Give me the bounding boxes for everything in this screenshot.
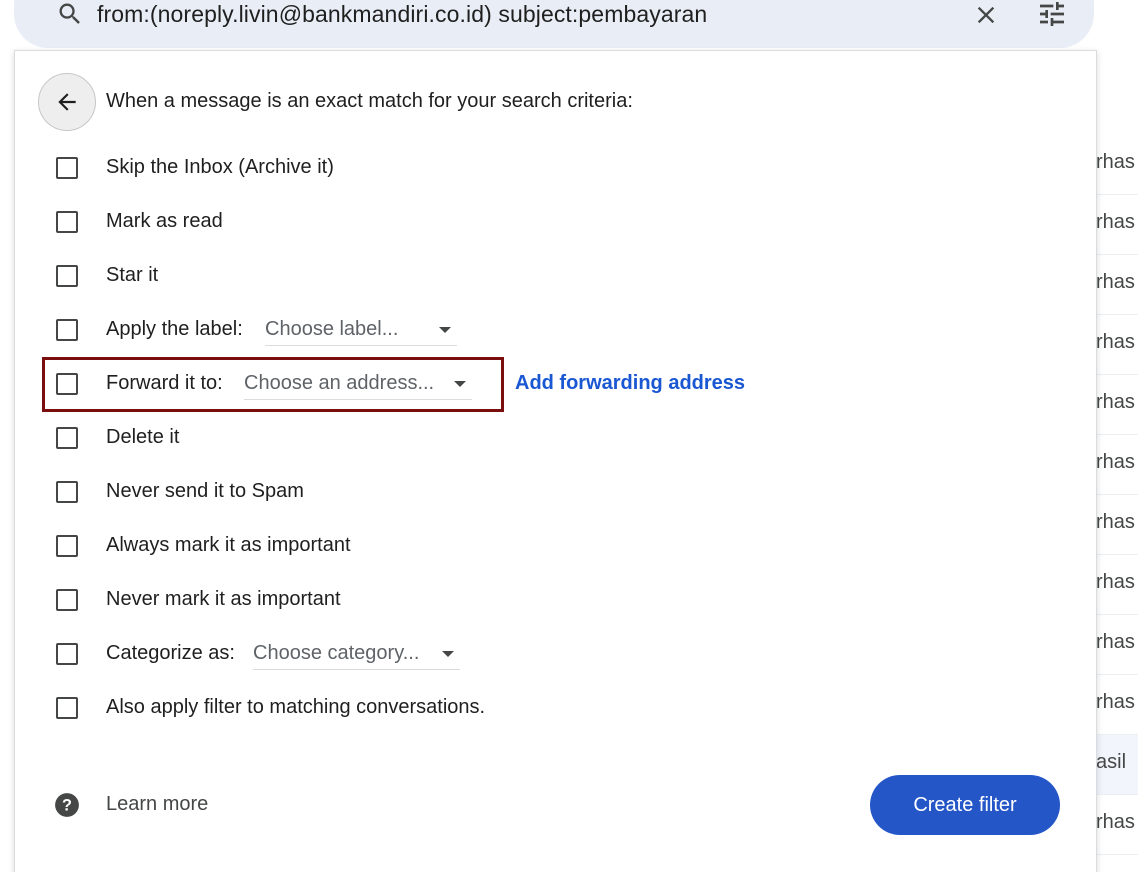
list-item: rhas	[1096, 675, 1138, 735]
option-also-apply: Also apply filter to matching conversati…	[0, 688, 900, 728]
always-important-checkbox[interactable]	[56, 535, 78, 557]
delete-label: Delete it	[106, 426, 180, 448]
option-categorize: Categorize as: Choose category...	[0, 634, 900, 674]
never-spam-label: Never send it to Spam	[106, 480, 304, 502]
chevron-down-icon	[439, 327, 451, 333]
close-icon[interactable]	[972, 1, 1000, 29]
list-item: rhas	[1096, 435, 1138, 495]
also-apply-checkbox[interactable]	[56, 697, 78, 719]
category-dropdown-value: Choose category...	[253, 642, 420, 664]
learn-more-link[interactable]: Learn more	[106, 793, 208, 816]
always-important-label: Always mark it as important	[106, 534, 351, 556]
apply-label-checkbox[interactable]	[56, 319, 78, 341]
label-dropdown[interactable]: Choose label...	[265, 314, 457, 346]
help-icon[interactable]: ?	[54, 792, 80, 818]
search-icon[interactable]	[56, 0, 84, 28]
list-item: rhas	[1096, 795, 1138, 855]
list-item: asil	[1096, 735, 1138, 795]
mark-read-checkbox[interactable]	[56, 211, 78, 233]
highlight-annotation	[42, 357, 504, 412]
list-item: rhas	[1096, 135, 1138, 195]
option-mark-read: Mark as read	[0, 202, 900, 242]
list-item: rhas	[1096, 315, 1138, 375]
also-apply-label: Also apply filter to matching conversati…	[106, 696, 486, 718]
filter-header: When a message is an exact match for you…	[106, 90, 633, 112]
apply-label-label: Apply the label:	[106, 318, 243, 340]
list-item: rhas	[1096, 495, 1138, 555]
list-item: rhas	[1096, 555, 1138, 615]
search-input[interactable]: from:(noreply.livin@bankmandiri.co.id) s…	[97, 1, 707, 28]
categorize-label: Categorize as:	[106, 642, 235, 664]
list-item: rhas	[1096, 255, 1138, 315]
star-it-checkbox[interactable]	[56, 265, 78, 287]
chevron-down-icon	[442, 651, 454, 657]
background-message-list: rhas rhas rhas rhas rhas rhas rhas rhas …	[1096, 50, 1138, 872]
label-dropdown-value: Choose label...	[265, 318, 399, 340]
tune-icon[interactable]	[1036, 0, 1068, 30]
list-item: rhas	[1096, 615, 1138, 675]
back-button[interactable]	[38, 73, 96, 131]
option-delete-it: Delete it	[0, 418, 900, 458]
option-skip-inbox: Skip the Inbox (Archive it)	[0, 148, 900, 188]
option-apply-label: Apply the label: Choose label...	[0, 310, 900, 350]
option-star-it: Star it	[0, 256, 900, 296]
category-dropdown[interactable]: Choose category...	[253, 638, 460, 670]
mark-read-label: Mark as read	[106, 210, 223, 232]
categorize-checkbox[interactable]	[56, 643, 78, 665]
option-never-spam: Never send it to Spam	[0, 472, 900, 512]
never-important-checkbox[interactable]	[56, 589, 78, 611]
star-it-label: Star it	[106, 264, 159, 286]
never-spam-checkbox[interactable]	[56, 481, 78, 503]
create-filter-button[interactable]: Create filter	[870, 775, 1060, 835]
option-never-important: Never mark it as important	[0, 580, 900, 620]
arrow-back-icon	[58, 93, 76, 111]
list-item: rhas	[1096, 375, 1138, 435]
never-important-label: Never mark it as important	[106, 588, 341, 610]
svg-text:?: ?	[62, 796, 72, 814]
add-forwarding-address-link[interactable]: Add forwarding address	[515, 372, 745, 395]
option-always-important: Always mark it as important	[0, 526, 900, 566]
skip-inbox-label: Skip the Inbox (Archive it)	[106, 156, 334, 178]
skip-inbox-checkbox[interactable]	[56, 157, 78, 179]
list-item: rhas	[1096, 195, 1138, 255]
delete-checkbox[interactable]	[56, 427, 78, 449]
